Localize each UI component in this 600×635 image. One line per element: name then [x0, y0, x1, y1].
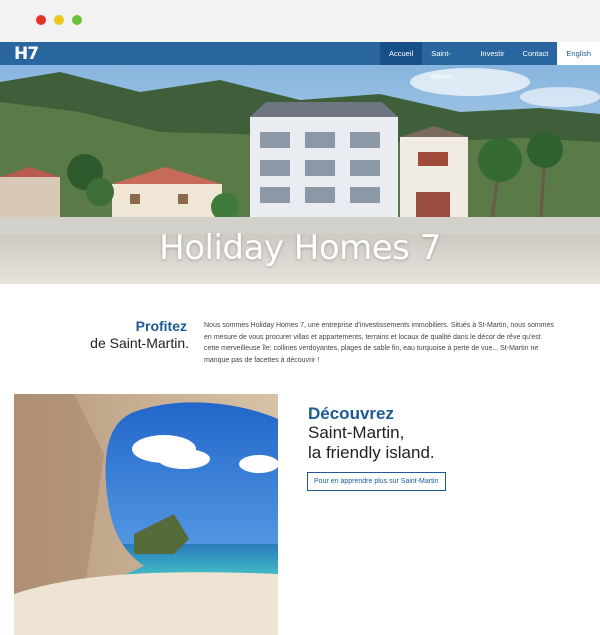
learn-more-button[interactable]: Pour en apprendre plus sur Saint-Martin: [307, 472, 446, 491]
intro-subheading: de Saint-Martin.: [90, 335, 189, 351]
nav-item-contact[interactable]: Contact: [514, 42, 558, 65]
site-logo[interactable]: H7: [14, 44, 39, 64]
language-switch-english[interactable]: English: [557, 42, 600, 65]
beach-cave-illustration: [14, 394, 278, 635]
nav-item-investir[interactable]: Investir: [471, 42, 513, 65]
hero-title: Holiday Homes 7: [159, 228, 441, 268]
maximize-window-button[interactable]: [72, 15, 82, 25]
discover-line-2: la friendly island.: [308, 443, 435, 462]
discover-subheading: Saint-Martin, la friendly island.: [308, 423, 435, 463]
nav-item-saint-martin[interactable]: Saint-Martin: [422, 42, 471, 81]
discover-heading: Découvrez: [308, 404, 394, 423]
main-nav: Accueil Saint-Martin Investir Contact En…: [380, 42, 600, 81]
beach-cave-photo: [14, 394, 278, 635]
discover-line-1: Saint-Martin,: [308, 423, 405, 442]
minimize-window-button[interactable]: [54, 15, 64, 25]
browser-chrome: [0, 0, 600, 42]
nav-item-accueil[interactable]: Accueil: [380, 42, 423, 65]
close-window-button[interactable]: [36, 15, 46, 25]
intro-heading: Profitez: [135, 318, 187, 334]
intro-paragraph: Nous sommes Holiday Homes 7, une entrepr…: [204, 322, 554, 364]
